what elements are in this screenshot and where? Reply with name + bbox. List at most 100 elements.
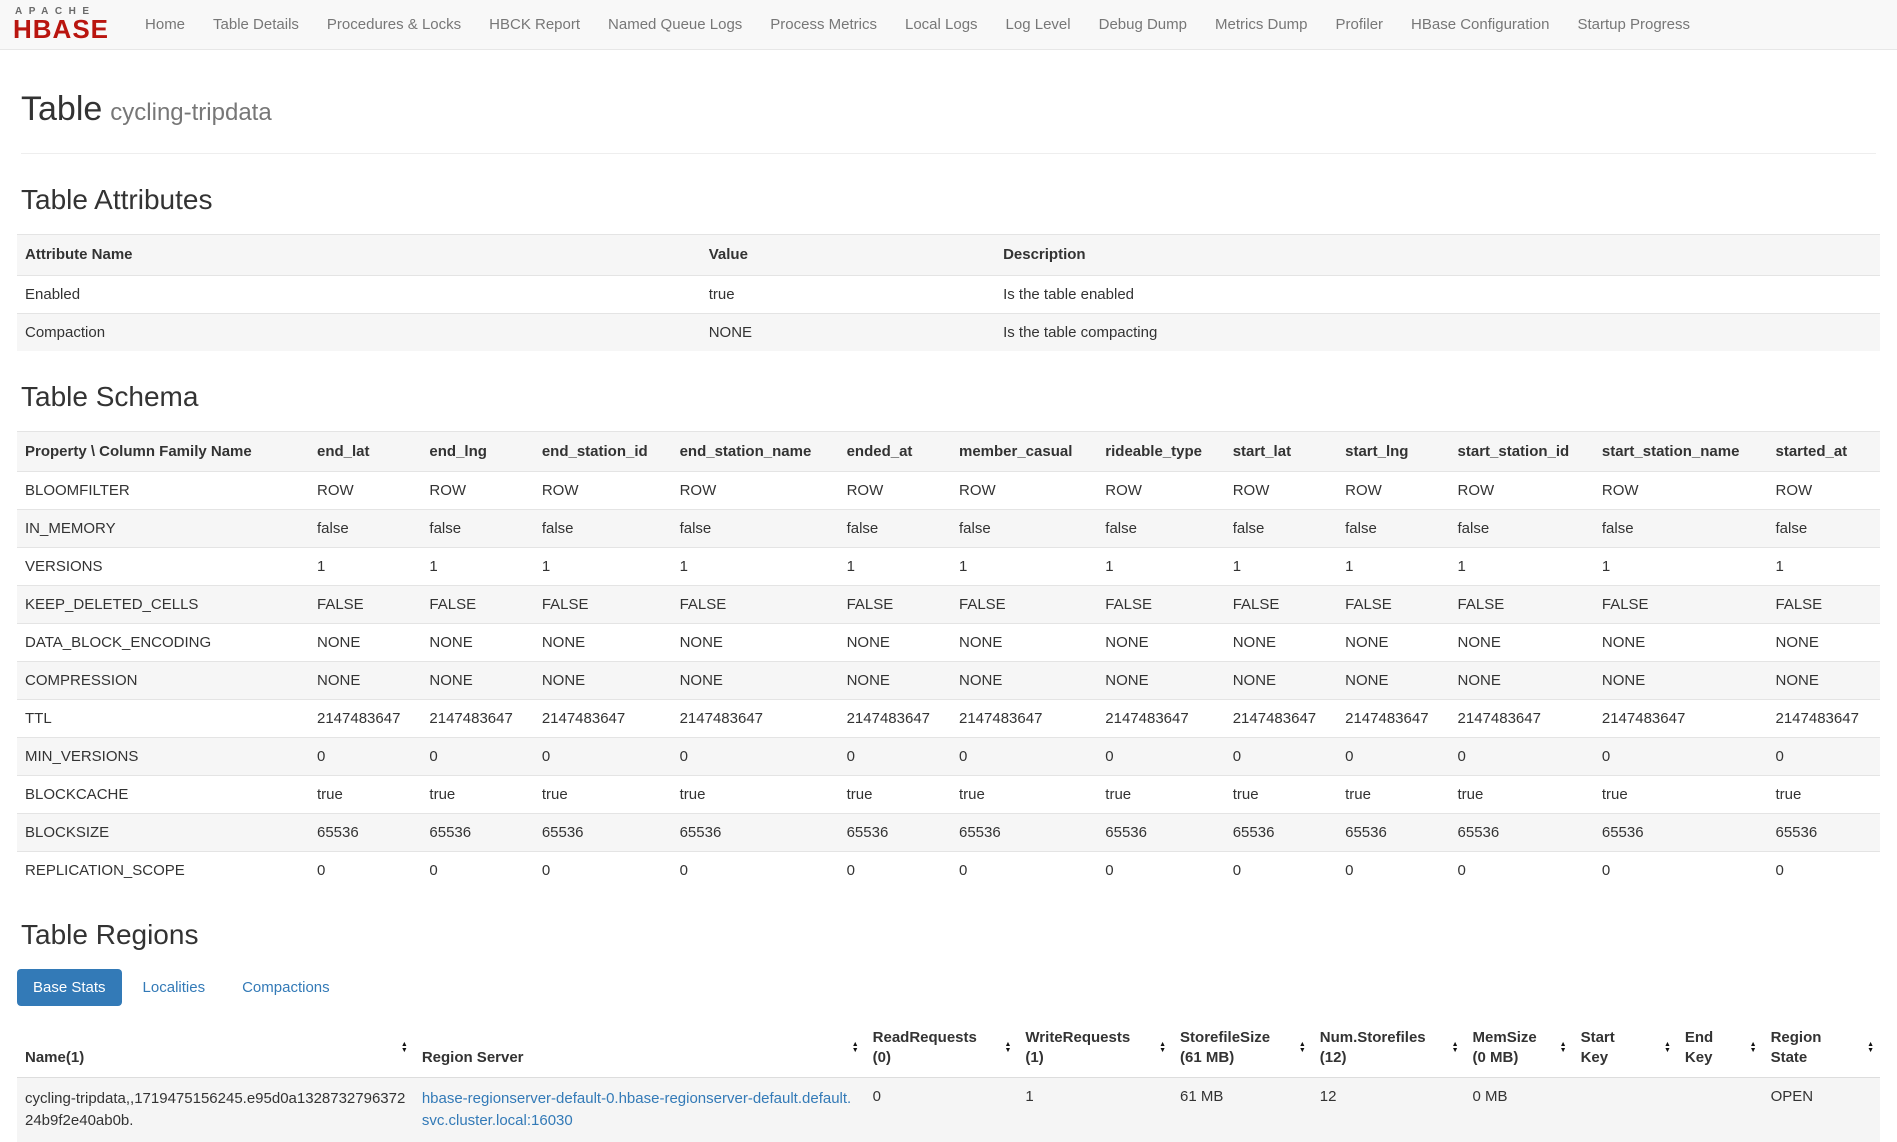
table-cell: 65536 <box>309 814 421 852</box>
table-cell: MIN_VERSIONS <box>17 738 309 776</box>
page-title-text: Table <box>21 90 102 128</box>
sort-icon[interactable]: ▲▼ <box>1750 1042 1757 1054</box>
column-header[interactable]: Num.Storefiles (12) ▲▼ <box>1312 1018 1465 1078</box>
table-cell: true <box>1337 776 1449 814</box>
sort-icon[interactable]: ▲▼ <box>1452 1042 1459 1054</box>
nav-item-profiler[interactable]: Profiler <box>1322 0 1398 49</box>
tab-compactions[interactable]: Compactions <box>226 969 346 1006</box>
table-cell: 0 <box>865 1078 1018 1142</box>
tab-localities[interactable]: Localities <box>127 969 222 1006</box>
nav-item-home[interactable]: Home <box>131 0 199 49</box>
table-cell: 0 <box>309 852 421 890</box>
column-header[interactable]: End Key ▲▼ <box>1677 1018 1763 1078</box>
table-cell: 2147483647 <box>951 700 1097 738</box>
column-header-label: end_lat <box>317 443 370 460</box>
table-cell: 1 <box>672 548 839 586</box>
sort-icon[interactable]: ▲▼ <box>1299 1042 1306 1054</box>
table-cell: true <box>672 776 839 814</box>
column-header[interactable]: Region Server▲▼ <box>414 1018 865 1078</box>
table-cell: 1 <box>839 548 951 586</box>
nav-item-process-metrics[interactable]: Process Metrics <box>756 0 891 49</box>
column-header-label: StorefileSize (61 MB) <box>1180 1029 1270 1066</box>
nav-item-hbck-report[interactable]: HBCK Report <box>475 0 594 49</box>
column-header[interactable]: Name(1) ▲▼ <box>17 1018 414 1078</box>
table-cell: NONE <box>701 313 995 351</box>
table-cell: 0 <box>672 852 839 890</box>
table-cell: 65536 <box>1767 814 1880 852</box>
table-cell: NONE <box>1594 662 1768 700</box>
nav-item-table-details[interactable]: Table Details <box>199 0 313 49</box>
table-cell: true <box>1097 776 1224 814</box>
table-cell: FALSE <box>1450 586 1594 624</box>
table-cell: false <box>534 510 672 548</box>
table-cell: 65536 <box>1097 814 1224 852</box>
table-row: TTL2147483647214748364721474836472147483… <box>17 700 1880 738</box>
column-header-label: start_station_name <box>1602 443 1740 460</box>
hbase-logo[interactable]: APACHE HBASE <box>13 7 109 41</box>
table-cell: KEEP_DELETED_CELLS <box>17 586 309 624</box>
column-header[interactable]: StorefileSize (61 MB) ▲▼ <box>1172 1018 1312 1078</box>
sort-icon[interactable]: ▲▼ <box>1664 1042 1671 1054</box>
table-cell: NONE <box>1337 624 1449 662</box>
table-cell: true <box>1225 776 1337 814</box>
column-header[interactable]: Start Key▲▼ <box>1573 1018 1677 1078</box>
column-header: member_casual <box>951 431 1097 472</box>
table-cell: 0 <box>534 852 672 890</box>
nav-menu: HomeTable DetailsProcedures & LocksHBCK … <box>131 0 1704 49</box>
table-cell: Is the table compacting <box>995 313 1880 351</box>
table-cell: 0 <box>672 738 839 776</box>
table-row: cycling-tripdata,,1719475156245.e95d0a13… <box>17 1078 1880 1142</box>
column-header[interactable]: ReadRequests (0) ▲▼ <box>865 1018 1018 1078</box>
table-cell: ROW <box>309 472 421 510</box>
column-header: Attribute Name <box>17 235 701 276</box>
nav-item-metrics-dump[interactable]: Metrics Dump <box>1201 0 1322 49</box>
table-cell: false <box>309 510 421 548</box>
sort-icon[interactable]: ▲▼ <box>1560 1042 1567 1054</box>
region-server-link[interactable]: hbase-regionserver-default-0.hbase-regio… <box>422 1090 851 1129</box>
table-cell: NONE <box>1450 624 1594 662</box>
nav-item-procedures-locks[interactable]: Procedures & Locks <box>313 0 475 49</box>
table-row: REPLICATION_SCOPE000000000000 <box>17 852 1880 890</box>
column-header[interactable]: WriteRequests (1)▲▼ <box>1017 1018 1172 1078</box>
table-cell: IN_MEMORY <box>17 510 309 548</box>
header-row: Property \ Column Family Nameend_latend_… <box>17 431 1880 472</box>
table-cell: FALSE <box>534 586 672 624</box>
table-cell: Compaction <box>17 313 701 351</box>
sort-icon[interactable]: ▲▼ <box>1867 1042 1874 1054</box>
nav-item-hbase-configuration[interactable]: HBase Configuration <box>1397 0 1563 49</box>
table-cell: true <box>309 776 421 814</box>
nav-item-local-logs[interactable]: Local Logs <box>891 0 992 49</box>
sort-icon[interactable]: ▲▼ <box>401 1042 408 1054</box>
table-cell: COMPRESSION <box>17 662 309 700</box>
table-cell: false <box>1337 510 1449 548</box>
nav-item-debug-dump[interactable]: Debug Dump <box>1085 0 1201 49</box>
tab-base-stats[interactable]: Base Stats <box>17 969 122 1006</box>
sort-icon[interactable]: ▲▼ <box>1004 1042 1011 1054</box>
table-cell: FALSE <box>309 586 421 624</box>
table-cell: NONE <box>1337 662 1449 700</box>
column-header-label: start_lat <box>1233 443 1291 460</box>
table-cell <box>1677 1078 1763 1142</box>
table-cell: NONE <box>1594 624 1768 662</box>
table-cell: NONE <box>1450 662 1594 700</box>
sort-icon[interactable]: ▲▼ <box>852 1042 859 1054</box>
table-attributes: Attribute NameValueDescription Enabledtr… <box>17 234 1880 351</box>
table-cell: 1 <box>1450 548 1594 586</box>
column-header[interactable]: MemSize (0 MB)▲▼ <box>1465 1018 1573 1078</box>
table-cell: FALSE <box>1337 586 1449 624</box>
nav-item-log-level[interactable]: Log Level <box>992 0 1085 49</box>
sort-icon[interactable]: ▲▼ <box>1159 1042 1166 1054</box>
column-header-label: Name(1) <box>25 1049 84 1066</box>
table-cell: FALSE <box>672 586 839 624</box>
nav-item-named-queue-logs[interactable]: Named Queue Logs <box>594 0 756 49</box>
column-header[interactable]: Region State▲▼ <box>1763 1018 1880 1078</box>
nav-item-startup-progress[interactable]: Startup Progress <box>1563 0 1704 49</box>
column-header: start_station_name <box>1594 431 1768 472</box>
table-cell: NONE <box>309 624 421 662</box>
column-header-label: Num.Storefiles (12) <box>1320 1029 1426 1066</box>
table-cell: Is the table enabled <box>995 275 1880 313</box>
column-header-label: ReadRequests (0) <box>873 1029 977 1066</box>
column-header: Property \ Column Family Name <box>17 431 309 472</box>
table-cell: NONE <box>839 624 951 662</box>
column-header-label: End Key <box>1685 1029 1713 1066</box>
